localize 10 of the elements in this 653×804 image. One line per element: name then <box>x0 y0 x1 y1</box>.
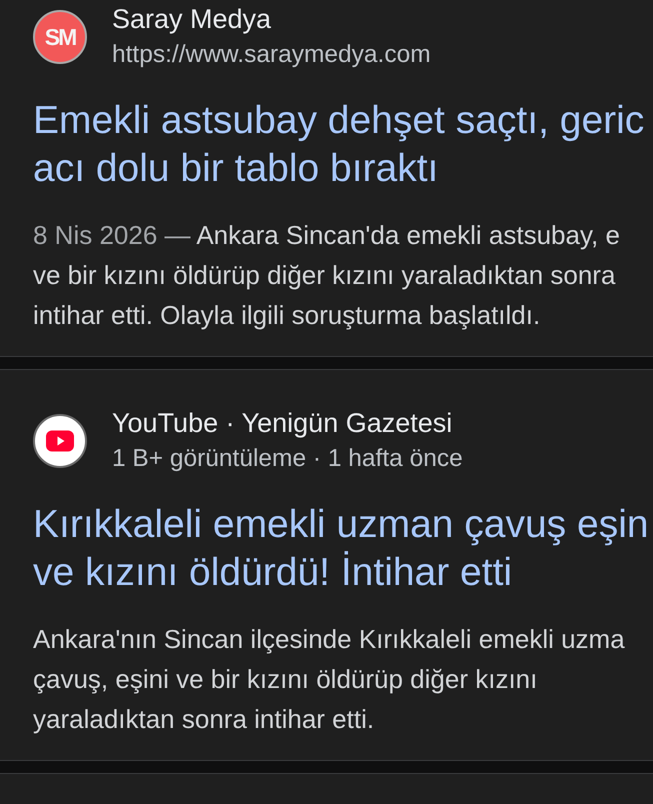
result-title-link[interactable]: Kırıkkaleli emekli uzman çavuş eşin ve kızını öldürdü! İntihar etti <box>33 501 649 597</box>
result-snippet: Ankara'nın Sincan ilçesinde Kırıkkaleli emekli uzma çavuş, eşini ve bir kızını öldürüp diğer kızını yaraladıktan sonra intihar etti. <box>33 623 625 736</box>
source-name[interactable]: Saray Medya <box>112 3 431 35</box>
site-logo: SM <box>33 10 87 64</box>
source-name[interactable]: YouTube · Yenigün Gazetesi <box>112 407 463 439</box>
source-url[interactable]: https://www.saraymedya.com <box>112 39 431 71</box>
result-title-link[interactable]: Emekli astsubay dehşet saçtı, geric acı dolu bir tablo bıraktı <box>33 97 644 193</box>
video-stats: 1 B+ görüntüleme · 1 hafta önce <box>112 444 463 474</box>
result-snippet: 8 Nis 2026 — Ankara Sincan'da emekli astsubay, e ve bir kızını öldürüp diğer kızını yaraladıktan sonra intihar etti. Olayla ilgili soruşturma başlatıldı. <box>33 219 620 332</box>
play-button-icon <box>33 414 87 468</box>
